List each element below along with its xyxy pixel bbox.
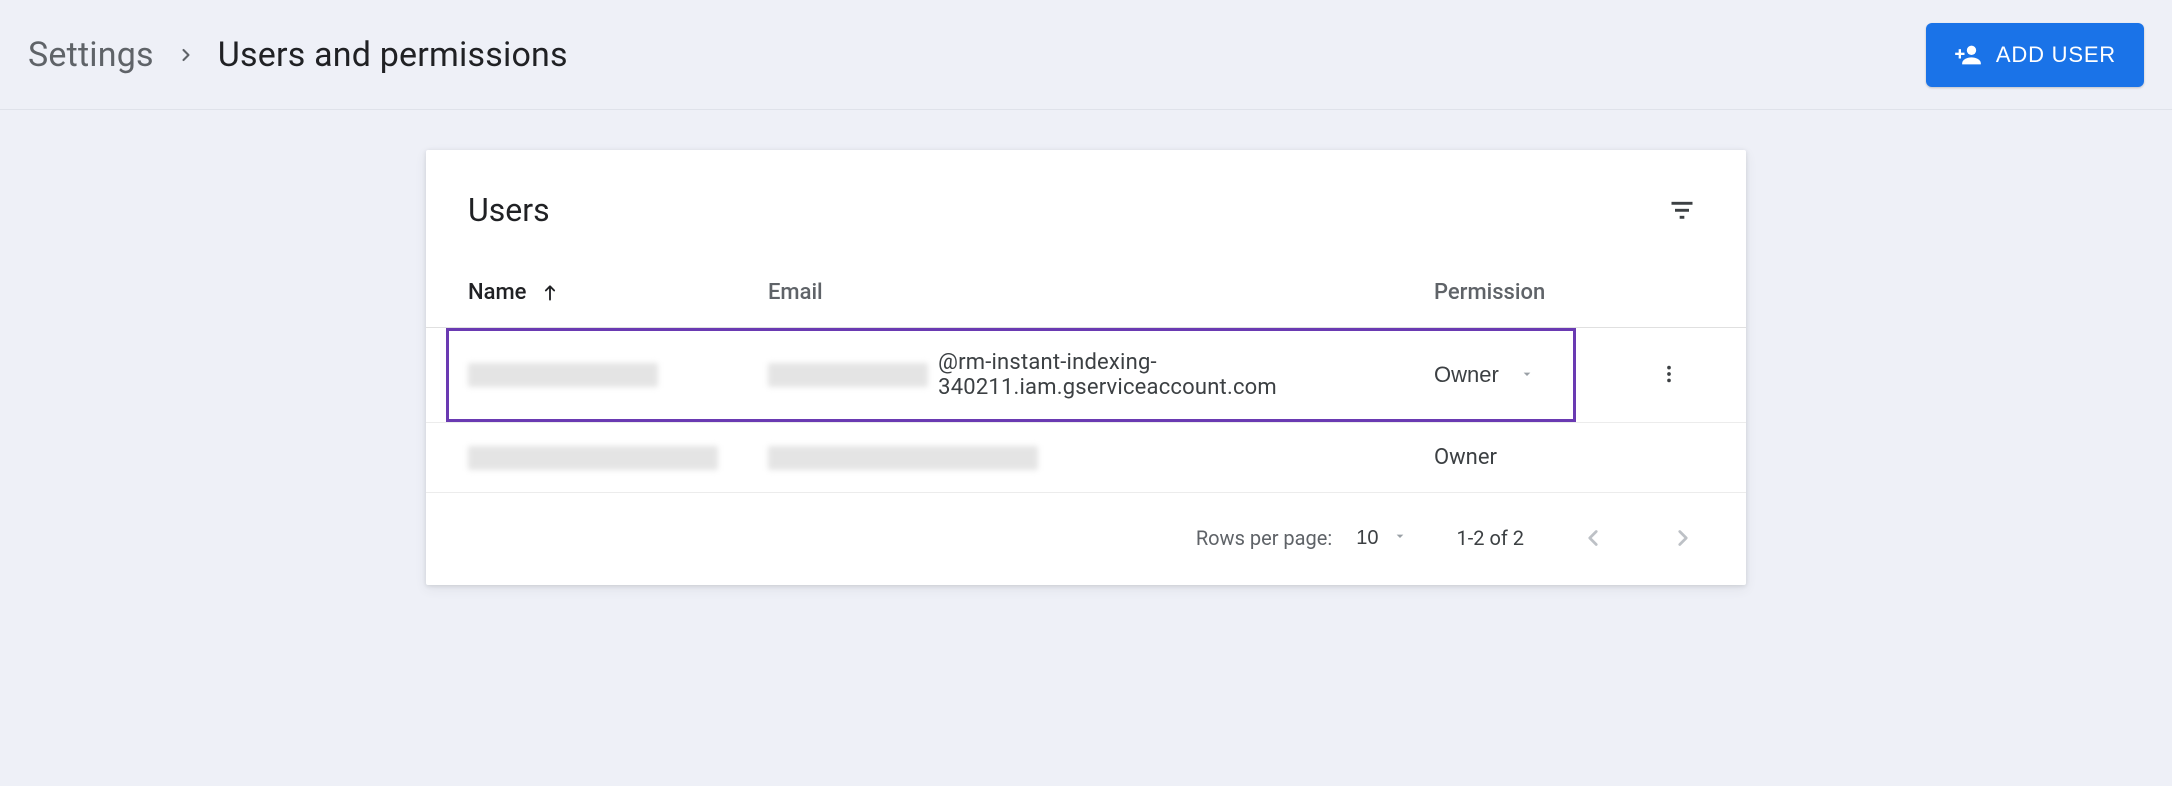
filter-button[interactable] — [1660, 188, 1704, 232]
rows-per-page-select[interactable]: 10 — [1356, 527, 1408, 550]
row-actions-button[interactable] — [1650, 355, 1688, 396]
permission-dropdown[interactable]: Owner — [1434, 362, 1535, 388]
page-range: 1-2 of 2 — [1456, 526, 1524, 550]
caret-down-icon — [1519, 362, 1535, 388]
breadcrumb: Settings Users and permissions — [28, 35, 568, 75]
chevron-right-icon — [1670, 525, 1696, 551]
redacted-email — [768, 446, 1038, 470]
more-vert-icon — [1658, 373, 1680, 388]
prev-page-button[interactable] — [1572, 517, 1614, 559]
chevron-right-icon — [176, 45, 196, 65]
rows-per-page-value: 10 — [1356, 527, 1378, 550]
caret-down-icon — [1392, 527, 1408, 550]
permission-value: Owner — [1434, 362, 1499, 388]
breadcrumb-current: Users and permissions — [218, 35, 568, 75]
add-user-label: ADD USER — [1996, 42, 2116, 68]
add-user-button[interactable]: ADD USER — [1926, 23, 2144, 87]
pagination: Rows per page: 10 1-2 of 2 — [426, 493, 1746, 585]
email-suffix: @rm-instant-indexing-340211.iam.gservice… — [938, 350, 1434, 400]
person-add-icon — [1954, 41, 1982, 69]
redacted-name — [468, 446, 718, 470]
sort-ascending-icon — [540, 283, 560, 303]
card-title: Users — [468, 191, 550, 229]
column-header-name[interactable]: Name — [468, 280, 526, 305]
filter-list-icon — [1668, 196, 1696, 224]
chevron-left-icon — [1580, 525, 1606, 551]
table-row: Owner — [426, 423, 1746, 493]
next-page-button[interactable] — [1662, 517, 1704, 559]
redacted-email-prefix — [768, 363, 928, 387]
column-header-permission[interactable]: Permission — [1434, 280, 1545, 305]
breadcrumb-root[interactable]: Settings — [28, 35, 154, 75]
rows-per-page-label: Rows per page: — [1196, 526, 1332, 550]
users-card: Users Name — [426, 150, 1746, 585]
permission-value: Owner — [1434, 445, 1497, 470]
column-header-email[interactable]: Email — [768, 280, 823, 305]
redacted-name — [468, 363, 658, 387]
table-row: @rm-instant-indexing-340211.iam.gservice… — [426, 328, 1746, 423]
